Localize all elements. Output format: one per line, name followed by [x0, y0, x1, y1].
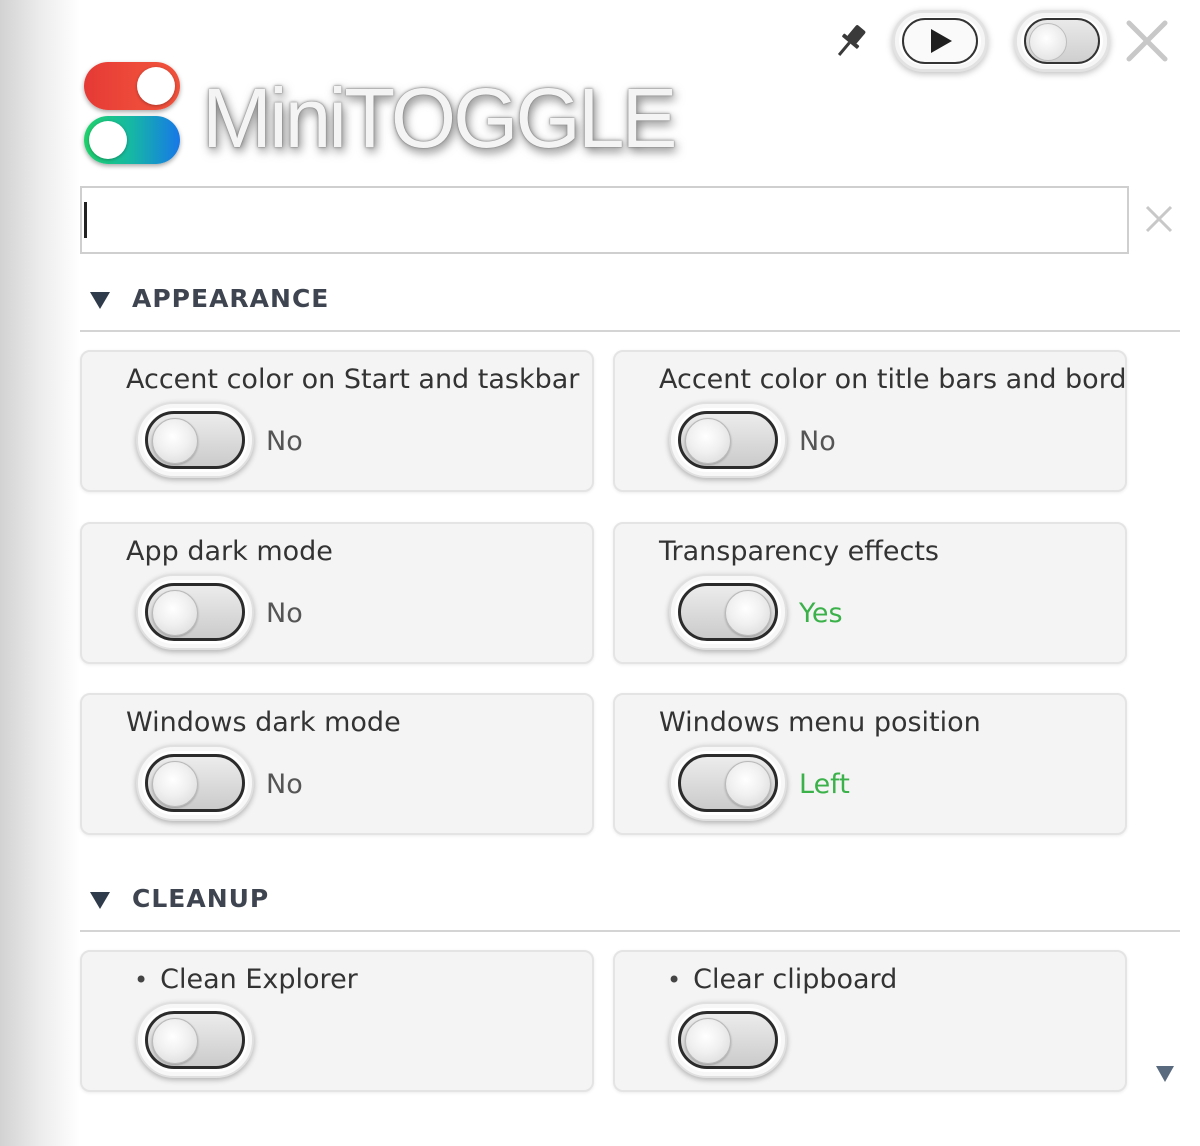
collapse-arrow-icon[interactable] — [90, 892, 110, 909]
setting-label: Accent color on Start and taskbar — [126, 364, 580, 395]
setting-state: No — [266, 598, 303, 629]
section-header-cleanup[interactable]: CLEANUP — [80, 870, 1180, 932]
setting-state: No — [266, 426, 303, 457]
setting-toggle[interactable] — [136, 574, 254, 650]
setting-label: Accent color on title bars and borders — [659, 364, 1127, 395]
action-card: Clean Explorer — [80, 950, 594, 1092]
setting-toggle[interactable] — [136, 402, 254, 478]
setting-card: Accent color on title bars and borders N… — [613, 350, 1127, 492]
master-toggle-button[interactable] — [1014, 10, 1110, 72]
section-header-appearance[interactable]: APPEARANCE — [80, 270, 1180, 332]
section-title: APPEARANCE — [132, 284, 330, 313]
setting-card: Transparency effects Yes — [613, 522, 1127, 664]
section-title: CLEANUP — [132, 884, 270, 913]
setting-toggle[interactable] — [669, 402, 787, 478]
setting-card: App dark mode No — [80, 522, 594, 664]
setting-state: No — [799, 426, 836, 457]
close-icon[interactable] — [1124, 18, 1170, 64]
setting-card: Accent color on Start and taskbar No — [80, 350, 594, 492]
search-input[interactable] — [80, 186, 1129, 254]
toggle-icon — [1024, 18, 1100, 64]
setting-label: App dark mode — [126, 536, 333, 567]
setting-toggle[interactable] — [669, 574, 787, 650]
action-toggle[interactable] — [136, 1002, 254, 1078]
pin-icon[interactable] — [832, 20, 868, 64]
clear-icon[interactable] — [1142, 202, 1176, 236]
text-caret — [84, 202, 87, 238]
run-button[interactable] — [892, 10, 988, 72]
setting-label: Transparency effects — [659, 536, 939, 567]
app-logo: MiniTOGGLE — [80, 58, 720, 178]
setting-state: Yes — [799, 598, 843, 629]
action-toggle[interactable] — [669, 1002, 787, 1078]
action-label: Clean Explorer — [134, 964, 358, 995]
setting-toggle[interactable] — [669, 745, 787, 821]
collapse-arrow-icon[interactable] — [90, 292, 110, 309]
setting-card: Windows menu position Left — [613, 693, 1127, 835]
logo-toggles-icon — [80, 58, 184, 170]
setting-label: Windows menu position — [659, 707, 981, 738]
logo-title: MiniTOGGLE — [202, 71, 678, 165]
setting-state: No — [266, 769, 303, 800]
play-icon — [931, 29, 952, 53]
setting-label: Windows dark mode — [126, 707, 401, 738]
setting-card: Windows dark mode No — [80, 693, 594, 835]
action-card: Clear clipboard — [613, 950, 1127, 1092]
action-label: Clear clipboard — [667, 964, 897, 995]
setting-toggle[interactable] — [136, 745, 254, 821]
scroll-down-arrow-icon[interactable] — [1156, 1066, 1174, 1082]
setting-state: Left — [799, 769, 850, 800]
